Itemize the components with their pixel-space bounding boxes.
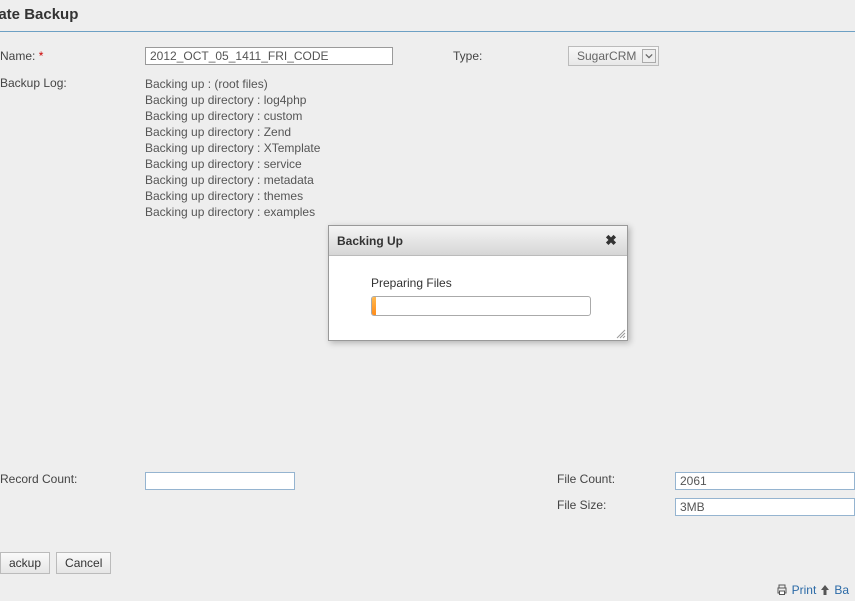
progress-bar-fill — [372, 297, 376, 315]
file-count-label: File Count: — [557, 472, 675, 490]
modal-body: Preparing Files — [329, 256, 627, 340]
modal-header: Backing Up ✖ — [329, 226, 627, 256]
backup-modal: Backing Up ✖ Preparing Files — [328, 225, 628, 341]
page-title: eate Backup — [0, 0, 855, 31]
file-size-row: File Size: — [0, 498, 855, 516]
log-line: Backing up directory : examples — [145, 204, 320, 220]
backup-button[interactable]: ackup — [0, 552, 50, 574]
log-line: Backing up : (root files) — [145, 76, 320, 92]
type-select[interactable]: SugarCRM — [568, 46, 659, 66]
back-link[interactable]: Ba — [834, 583, 849, 597]
footer-links: Print Ba — [776, 583, 849, 597]
close-icon[interactable]: ✖ — [603, 232, 619, 249]
resize-handle-icon[interactable] — [614, 327, 626, 339]
log-line: Backing up directory : XTemplate — [145, 140, 320, 156]
chevron-down-icon[interactable] — [642, 49, 656, 63]
backup-log-label: Backup Log: — [0, 76, 145, 220]
name-input[interactable] — [145, 47, 393, 65]
name-label-text: Name: — [0, 49, 35, 63]
record-count-row: Record Count: File Count: — [0, 472, 855, 490]
record-count-input[interactable] — [145, 472, 295, 490]
type-select-value: SugarCRM — [577, 49, 636, 63]
log-line: Backing up directory : log4php — [145, 92, 320, 108]
name-row: Name: * Type: SugarCRM — [0, 46, 855, 66]
modal-title: Backing Up — [337, 234, 403, 248]
log-line: Backing up directory : themes — [145, 188, 320, 204]
title-divider — [0, 31, 855, 32]
log-line: Backing up directory : Zend — [145, 124, 320, 140]
name-label: Name: * — [0, 49, 145, 63]
backup-log-text: Backing up : (root files)Backing up dire… — [145, 76, 320, 220]
required-indicator: * — [39, 49, 44, 63]
cancel-button[interactable]: Cancel — [56, 552, 111, 574]
print-link[interactable]: Print — [792, 583, 817, 597]
log-line: Backing up directory : metadata — [145, 172, 320, 188]
file-count-input[interactable] — [675, 472, 855, 490]
log-line: Backing up directory : custom — [145, 108, 320, 124]
backup-log-row: Backup Log: Backing up : (root files)Bac… — [0, 76, 855, 220]
record-count-label: Record Count: — [0, 472, 145, 490]
print-icon — [776, 584, 788, 596]
up-arrow-icon — [820, 584, 830, 596]
progress-bar-track — [371, 296, 591, 316]
file-size-label: File Size: — [557, 498, 675, 516]
log-line: Backing up directory : service — [145, 156, 320, 172]
modal-body-label: Preparing Files — [371, 276, 609, 290]
type-label: Type: — [453, 49, 568, 63]
file-size-input[interactable] — [675, 498, 855, 516]
